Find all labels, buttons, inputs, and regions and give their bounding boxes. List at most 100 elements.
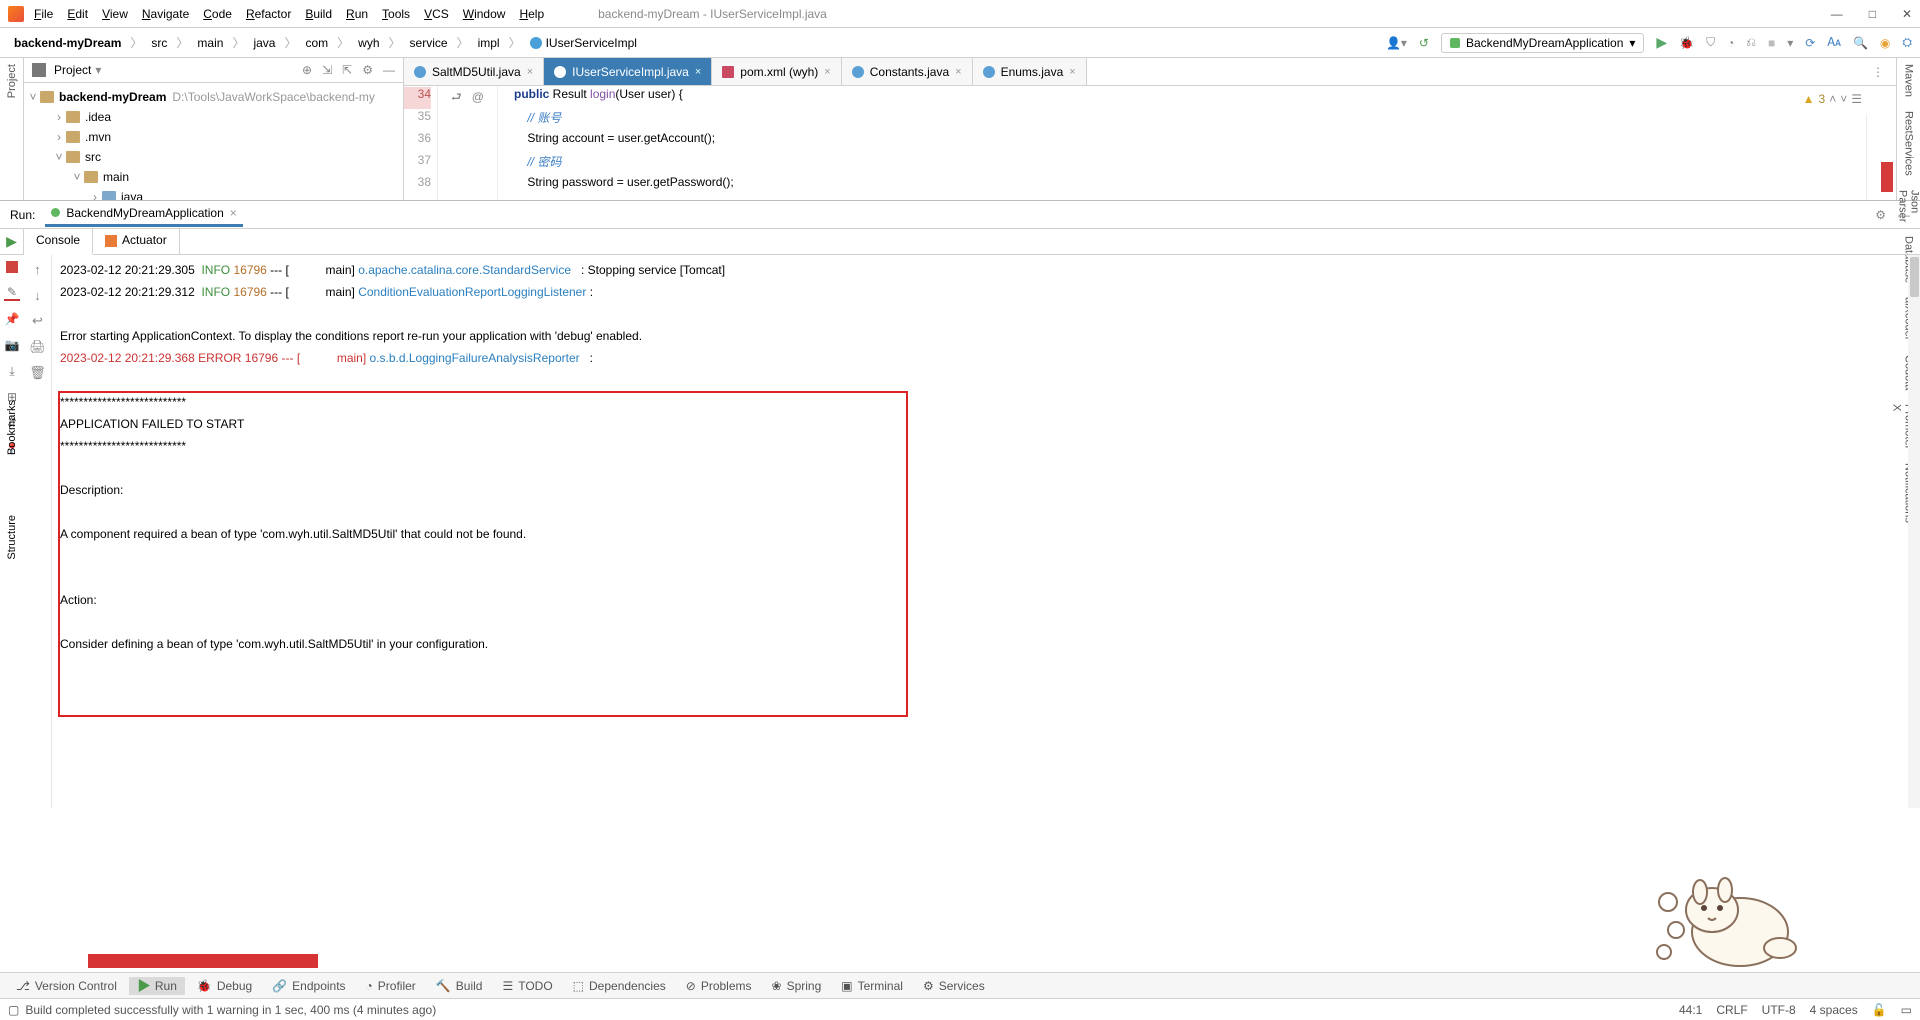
menu-tools[interactable]: Tools [382, 7, 410, 21]
menu-build[interactable]: Build [305, 7, 332, 21]
wrap-icon[interactable]: ↩ [30, 313, 46, 329]
error-stripe[interactable] [1866, 114, 1896, 200]
menu-run[interactable]: Run [346, 7, 368, 21]
run-config-selector[interactable]: BackendMyDreamApplication ▾ [1441, 33, 1644, 53]
close-icon[interactable]: × [230, 206, 237, 220]
caret-position[interactable]: 44:1 [1679, 1003, 1702, 1017]
menu-edit[interactable]: Edit [67, 7, 88, 21]
breadcrumb-segment[interactable]: com [299, 34, 334, 52]
bottom-tab-spring[interactable]: ❀Spring [764, 977, 830, 995]
inspection-badge[interactable]: ▲ 3 ˄ ˅ ☰ [1803, 92, 1862, 106]
scrollbar-vertical[interactable] [1908, 255, 1920, 808]
run-session-tab[interactable]: BackendMyDreamApplication × [45, 203, 242, 227]
edit-config-icon[interactable]: ✎ [4, 285, 20, 301]
run-button[interactable]: ▶ [1656, 34, 1667, 51]
tree-node-root[interactable]: ˅backend-myDreamD:\Tools\JavaWorkSpace\b… [26, 87, 401, 107]
console-output[interactable]: 2023-02-12 20:21:29.305 INFO 16796 --- [… [52, 255, 1920, 808]
close-icon[interactable]: × [527, 66, 533, 78]
expand-icon[interactable]: ⇲ [322, 63, 332, 77]
menu-vcs[interactable]: VCS [424, 7, 449, 21]
maximize-icon[interactable]: □ [1869, 7, 1876, 21]
menu-code[interactable]: Code [203, 7, 232, 21]
editor-tab[interactable]: pom.xml (wyh)× [712, 58, 841, 85]
right-tool-maven[interactable]: Maven [1903, 64, 1915, 97]
bottom-tab-version-control[interactable]: ⎇Version Control [8, 977, 125, 995]
camera-icon[interactable]: 📷 [4, 337, 20, 353]
breadcrumb-segment[interactable]: IUserServiceImpl [524, 34, 643, 52]
collapse-icon[interactable]: ⇱ [342, 63, 352, 77]
readonly-icon[interactable]: 🔓 [1872, 1003, 1887, 1017]
menu-navigate[interactable]: Navigate [142, 7, 189, 21]
coverage-button[interactable]: ⛉ [1706, 35, 1715, 50]
close-icon[interactable]: ✕ [1902, 7, 1912, 21]
translate-icon[interactable]: 🗛 [1827, 35, 1841, 50]
clear-icon[interactable]: 🗑 [30, 365, 46, 381]
breadcrumb-segment[interactable]: impl [472, 34, 506, 52]
file-encoding[interactable]: UTF-8 [1762, 1003, 1796, 1017]
close-icon[interactable]: × [695, 66, 701, 78]
bottom-tab-debug[interactable]: 🐞Debug [189, 977, 260, 995]
tree-node[interactable]: ›.idea [26, 107, 401, 127]
tree-node[interactable]: ˅src [26, 147, 401, 167]
git-update-icon[interactable]: ⟳ [1805, 36, 1815, 50]
more-run-icon[interactable]: ▾ [1787, 36, 1793, 50]
bottom-tab-run[interactable]: Run [129, 977, 185, 995]
menu-view[interactable]: View [102, 7, 128, 21]
stop-button[interactable]: ■ [1768, 36, 1775, 50]
status-icon[interactable]: ▢ [8, 1003, 19, 1017]
close-icon[interactable]: × [824, 66, 830, 78]
breadcrumb-segment[interactable]: service [404, 34, 454, 52]
chevron-down-icon[interactable]: ▾ [95, 63, 101, 77]
menu-help[interactable]: Help [519, 7, 544, 21]
editor-tab[interactable]: Enums.java× [973, 58, 1087, 85]
project-tool-button[interactable]: Project [6, 64, 18, 98]
editor-tab[interactable]: IUserServiceImpl.java× [544, 58, 712, 85]
user-icon[interactable]: 👤▾ [1386, 36, 1407, 50]
tabs-more-icon[interactable]: ⋮ [1860, 58, 1896, 85]
close-icon[interactable]: × [955, 66, 961, 78]
indent-setting[interactable]: 4 spaces [1810, 1003, 1858, 1017]
chevron-down-icon[interactable]: ˅ [1840, 92, 1847, 106]
tree-node[interactable]: ›.mvn [26, 127, 401, 147]
console-tab[interactable]: Console [24, 229, 93, 255]
breadcrumb[interactable]: backend-myDream〉src〉main〉java〉com〉wyh〉se… [8, 34, 643, 52]
rerun-button[interactable]: ▶ [4, 233, 20, 249]
hide-icon[interactable]: — [1898, 208, 1910, 222]
export-icon[interactable]: ⤓ [4, 363, 20, 379]
stop-button[interactable] [4, 259, 20, 275]
ai-icon[interactable]: ◉ [1880, 36, 1890, 50]
project-tree[interactable]: ˅backend-myDreamD:\Tools\JavaWorkSpace\b… [24, 83, 403, 200]
gear-icon[interactable]: ⚙ [1875, 208, 1886, 222]
tree-node[interactable]: ˅main [26, 167, 401, 187]
menu-window[interactable]: Window [463, 7, 506, 21]
settings-gear-icon[interactable]: ⛭ [1902, 35, 1912, 50]
bottom-tab-terminal[interactable]: ▣Terminal [833, 977, 911, 995]
override-gutter-icon[interactable]: ⮐ @ [451, 88, 484, 200]
actuator-tab[interactable]: Actuator [93, 229, 180, 255]
bottom-tab-problems[interactable]: ⊘Problems [678, 977, 760, 995]
tree-node[interactable]: ›java [26, 187, 401, 200]
bottom-tab-profiler[interactable]: ◔Profiler [358, 977, 424, 995]
memory-indicator[interactable]: ▭ [1901, 1003, 1912, 1017]
down-icon[interactable]: ↓ [30, 287, 46, 303]
breadcrumb-segment[interactable]: java [247, 34, 281, 52]
bottom-tab-build[interactable]: 🔨Build [428, 977, 491, 995]
close-icon[interactable]: × [1069, 66, 1075, 78]
bottom-tab-endpoints[interactable]: 🔗Endpoints [264, 977, 353, 995]
bottom-tab-services[interactable]: ⚙Services [915, 977, 993, 995]
search-icon[interactable]: 🔍 [1853, 36, 1868, 50]
menu-refactor[interactable]: Refactor [246, 7, 291, 21]
breadcrumb-segment[interactable]: src [145, 34, 173, 52]
scroll-icon[interactable]: 🖨 [30, 339, 46, 355]
attach-button[interactable]: ⎌ [1746, 35, 1756, 50]
structure-tool-button[interactable]: Structure [6, 515, 18, 560]
minimize-icon[interactable]: — [1831, 7, 1843, 21]
bookmarks-tool-button[interactable]: Bookmarks [6, 400, 18, 455]
sync-icon[interactable]: ↺ [1419, 36, 1429, 50]
gear-icon[interactable]: ⚙ [362, 63, 373, 77]
pin-icon[interactable]: 📌 [4, 311, 20, 327]
breadcrumb-segment[interactable]: main [191, 34, 229, 52]
line-separator[interactable]: CRLF [1716, 1003, 1747, 1017]
debug-button[interactable]: 🐞 [1679, 36, 1694, 50]
editor-tab[interactable]: SaltMD5Util.java× [404, 58, 544, 85]
